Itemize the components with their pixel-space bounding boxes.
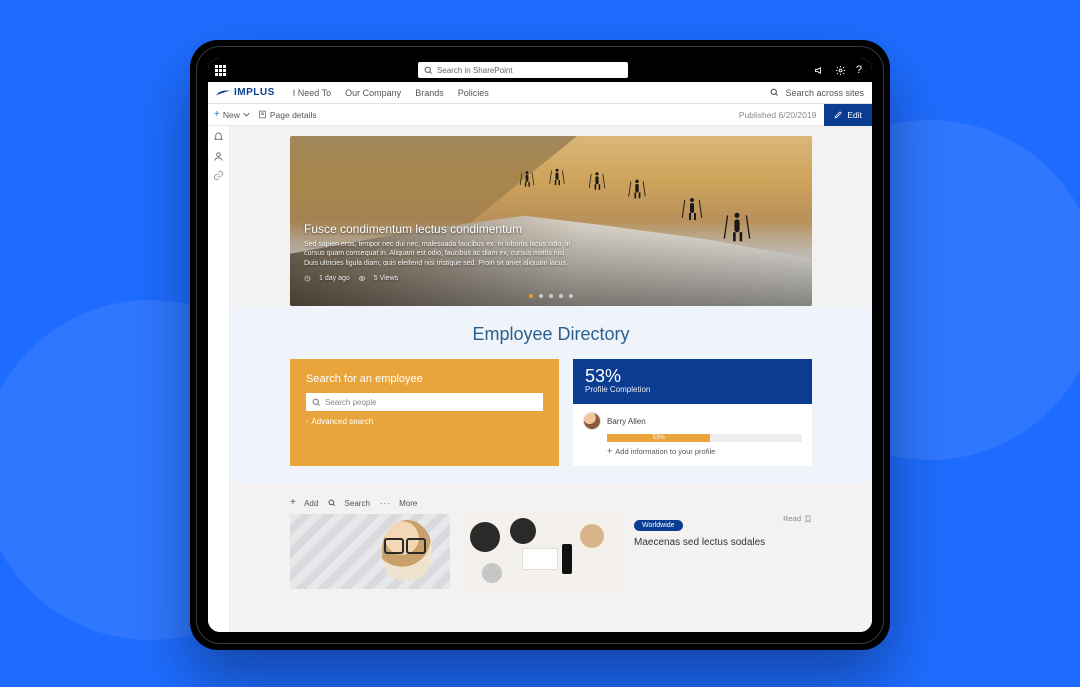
search-heading: Search for an employee (306, 373, 543, 385)
nav-link-our-company[interactable]: Our Company (345, 88, 401, 98)
news-add-label: Add (304, 499, 318, 508)
page-details-label: Page details (270, 110, 317, 120)
edit-label: Edit (847, 110, 862, 120)
news-add-button[interactable]: + Add (290, 498, 318, 508)
notifications-icon[interactable] (213, 132, 224, 143)
person-name: Barry Allen (607, 417, 646, 426)
link-icon[interactable] (213, 170, 224, 181)
advanced-search-link[interactable]: › Advanced search (306, 417, 543, 426)
page-details-button[interactable]: Page details (258, 110, 317, 120)
o365-search-input[interactable]: Search in SharePoint (418, 62, 628, 78)
carousel-dot[interactable] (549, 294, 553, 298)
news-row: Worldwide Read Maecenas sed lectus sodal… (290, 514, 812, 589)
news-thumbnail[interactable] (290, 514, 450, 589)
news-more-label: More (399, 499, 417, 508)
pencil-icon (834, 110, 843, 119)
left-rail (208, 126, 230, 632)
site-header: IMPLUS I Need To Our Company Brands Poli… (208, 82, 872, 104)
chevron-down-icon (243, 111, 250, 118)
help-icon[interactable]: ? (856, 64, 862, 76)
app-launcher-button[interactable] (208, 65, 232, 76)
person-icon[interactable] (213, 151, 224, 162)
published-date: Published 6/20/2019 (739, 110, 817, 120)
site-name: IMPLUS (234, 87, 275, 98)
carousel-dots[interactable] (529, 294, 573, 298)
advanced-search-label: Advanced search (311, 417, 373, 426)
news-more-button[interactable]: ··· More (380, 498, 417, 508)
clock-icon (304, 275, 311, 282)
progress-fill: 53% (607, 434, 710, 442)
news-badge: Worldwide (634, 520, 683, 531)
bookmark-icon (804, 515, 812, 523)
employee-directory-section: Employee Directory Search for an employe… (230, 306, 872, 484)
carousel-dot[interactable] (529, 294, 533, 298)
completion-label: Profile Completion (585, 385, 800, 394)
news-title: Maecenas sed lectus sodales (634, 537, 812, 548)
o365-search-placeholder: Search in SharePoint (437, 66, 513, 75)
carousel-dot[interactable] (569, 294, 573, 298)
progress-value: 53% (653, 435, 665, 441)
hero-time: 1 day ago (319, 275, 350, 282)
nav-link-policies[interactable]: Policies (458, 88, 489, 98)
tablet-frame: Search in SharePoint ? IMPLUS (190, 40, 890, 650)
news-item[interactable]: Worldwide Read Maecenas sed lectus sodal… (634, 514, 812, 589)
hero-title: Fusce condimentum lectus condimentum (304, 222, 579, 236)
search-icon (424, 66, 433, 75)
news-search-button[interactable]: Search (328, 498, 370, 508)
search-across-sites[interactable]: Search across sites (785, 88, 864, 98)
employee-search-input[interactable]: Search people (306, 393, 543, 411)
edit-button[interactable]: Edit (824, 104, 872, 126)
logo-icon (216, 89, 230, 97)
search-icon (312, 398, 321, 407)
search-icon (328, 499, 336, 507)
gear-icon[interactable] (835, 65, 846, 76)
hero-description: Sed sapien eros, tempor nec dui nec, mal… (304, 240, 579, 269)
add-info-link[interactable]: + Add information to your profile (607, 447, 802, 456)
news-command-bar: + Add Search ··· More (290, 498, 812, 508)
page-details-icon (258, 110, 267, 119)
add-info-label: Add information to your profile (615, 447, 715, 456)
progress-bar: 53% (607, 434, 802, 442)
directory-title: Employee Directory (290, 324, 812, 345)
o365-suite-bar: Search in SharePoint ? (208, 58, 872, 82)
megaphone-icon[interactable] (814, 65, 825, 76)
read-label: Read (783, 514, 801, 523)
nav-link-brands[interactable]: Brands (415, 88, 444, 98)
read-link[interactable]: Read (783, 514, 812, 523)
search-icon (770, 88, 779, 97)
views-icon (358, 275, 366, 282)
screen: Search in SharePoint ? IMPLUS (208, 58, 872, 632)
site-logo[interactable]: IMPLUS (208, 87, 283, 98)
new-label: New (223, 110, 240, 120)
new-button[interactable]: + New (214, 110, 250, 120)
hero-text: Fusce condimentum lectus condimentum Sed… (290, 212, 593, 306)
carousel-dot[interactable] (559, 294, 563, 298)
completion-percent: 53% (585, 367, 800, 385)
page-content: Fusce condimentum lectus condimentum Sed… (230, 126, 872, 632)
carousel-dot[interactable] (539, 294, 543, 298)
news-thumbnail[interactable] (462, 514, 622, 589)
waffle-icon (215, 65, 226, 76)
nav-link-i-need-to[interactable]: I Need To (293, 88, 331, 98)
employee-search-card: Search for an employee Search people › A… (290, 359, 559, 466)
hero-carousel[interactable]: Fusce condimentum lectus condimentum Sed… (290, 136, 812, 306)
profile-completion-card: 53% Profile Completion Barry Allen (573, 359, 812, 466)
news-search-label: Search (345, 499, 370, 508)
hero-views: 5 Views (374, 275, 398, 282)
avatar (583, 412, 601, 430)
search-placeholder: Search people (325, 398, 377, 407)
command-bar: + New Page details Published 6/20/2019 E… (208, 104, 872, 126)
